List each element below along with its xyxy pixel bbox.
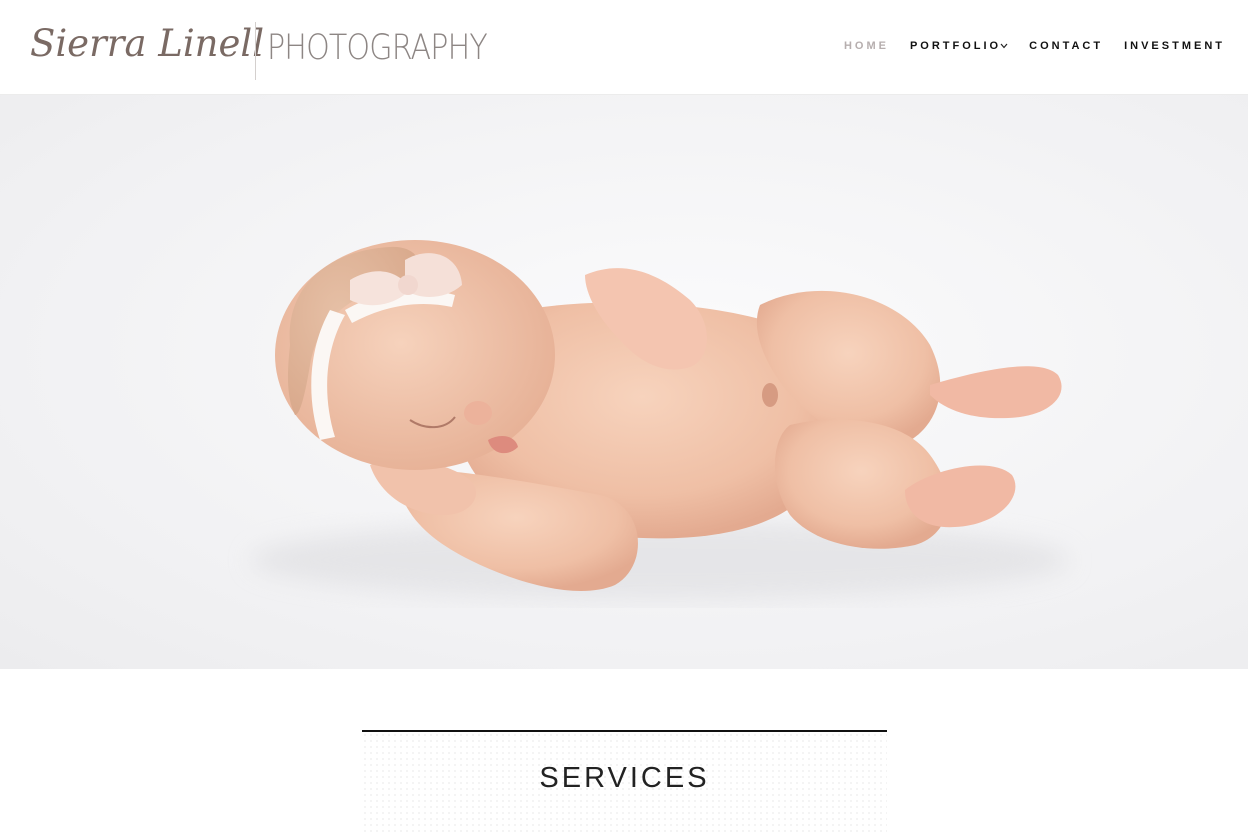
services-title: SERVICES	[539, 762, 710, 794]
site-logo[interactable]: Sierra Linell PHOTOGRAPHY	[28, 14, 488, 84]
nav-label: PORTFOLIO	[909, 40, 1002, 52]
logo-script-name: Sierra Linell	[30, 22, 265, 65]
chevron-down-icon	[1000, 41, 1008, 51]
nav-item-contact[interactable]: CONTACT	[1029, 40, 1103, 52]
logo-wordmark: PHOTOGRAPHY	[267, 28, 488, 68]
nav-label: CONTACT	[1029, 40, 1104, 52]
services-section: SERVICES	[362, 730, 887, 834]
site-header: Sierra Linell PHOTOGRAPHY HOME PORTFOLIO…	[0, 0, 1251, 95]
nav-item-investment[interactable]: INVESTMENT	[1124, 40, 1225, 52]
nav-item-home[interactable]: HOME	[844, 40, 889, 52]
logo-divider	[255, 22, 256, 80]
main-nav: HOME PORTFOLIO CONTACT INVESTMENT	[823, 40, 1225, 52]
hero-image	[0, 95, 1251, 669]
nav-item-portfolio[interactable]: PORTFOLIO	[910, 40, 1008, 52]
nav-label: HOME	[843, 40, 889, 52]
nav-label: INVESTMENT	[1124, 40, 1225, 52]
newborn-photo	[250, 240, 1070, 600]
